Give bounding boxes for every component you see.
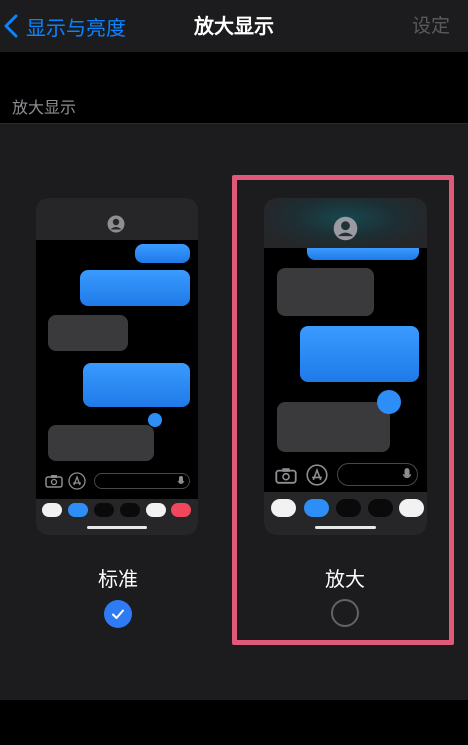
- typing-indicator: [377, 390, 401, 414]
- set-button[interactable]: 设定: [412, 0, 450, 52]
- app-drawer-item: [399, 499, 424, 517]
- message-bubble: [300, 326, 419, 382]
- zoomed-preview[interactable]: [264, 198, 427, 535]
- message-bubble: [135, 244, 190, 263]
- message-bubble: [277, 402, 390, 452]
- app-drawer-item: [271, 499, 296, 517]
- app-store-icon: [306, 464, 328, 486]
- person-circle-icon: [107, 215, 125, 233]
- zoomed-option-label: 放大: [325, 567, 365, 591]
- message-input: [94, 473, 190, 489]
- back-button-label: 显示与亮度: [26, 15, 126, 40]
- standard-preview[interactable]: [36, 198, 198, 535]
- camera-icon: [45, 475, 63, 488]
- person-circle-icon: [333, 216, 358, 241]
- section-title: 放大显示: [12, 98, 77, 117]
- message-bubble: [48, 315, 128, 351]
- message-bubble: [80, 270, 190, 306]
- standard-option-label: 标准: [98, 567, 138, 591]
- checkmark-icon: [112, 609, 124, 619]
- chevron-left-icon: [4, 14, 18, 38]
- back-button[interactable]: 显示与亮度: [2, 0, 126, 52]
- app-drawer-item: [120, 503, 140, 517]
- microphone-icon: [402, 468, 412, 479]
- app-drawer-item: [171, 503, 191, 517]
- zoomed-option-selector[interactable]: [331, 599, 359, 627]
- navigation-bar: 显示与亮度 放大显示 设定: [0, 0, 468, 52]
- app-drawer-item: [304, 499, 329, 517]
- bottom-area: [0, 700, 468, 745]
- typing-indicator: [148, 413, 162, 427]
- message-bubble: [277, 268, 374, 316]
- app-drawer-item: [68, 503, 88, 517]
- section-header: 放大显示: [0, 52, 468, 124]
- app-store-icon: [68, 472, 86, 490]
- message-bubble: [83, 363, 190, 407]
- message-bubble: [307, 248, 419, 260]
- camera-icon: [275, 468, 297, 484]
- app-drawer-item: [146, 503, 166, 517]
- standard-option-selector[interactable]: [104, 600, 132, 628]
- app-drawer-item: [336, 499, 361, 517]
- app-drawer-item: [94, 503, 114, 517]
- microphone-icon: [177, 476, 185, 484]
- home-indicator: [87, 526, 147, 529]
- home-indicator: [315, 526, 376, 529]
- message-bubble: [48, 425, 154, 461]
- app-drawer-item: [42, 503, 62, 517]
- page-title: 放大显示: [194, 14, 274, 38]
- app-drawer-item: [368, 499, 393, 517]
